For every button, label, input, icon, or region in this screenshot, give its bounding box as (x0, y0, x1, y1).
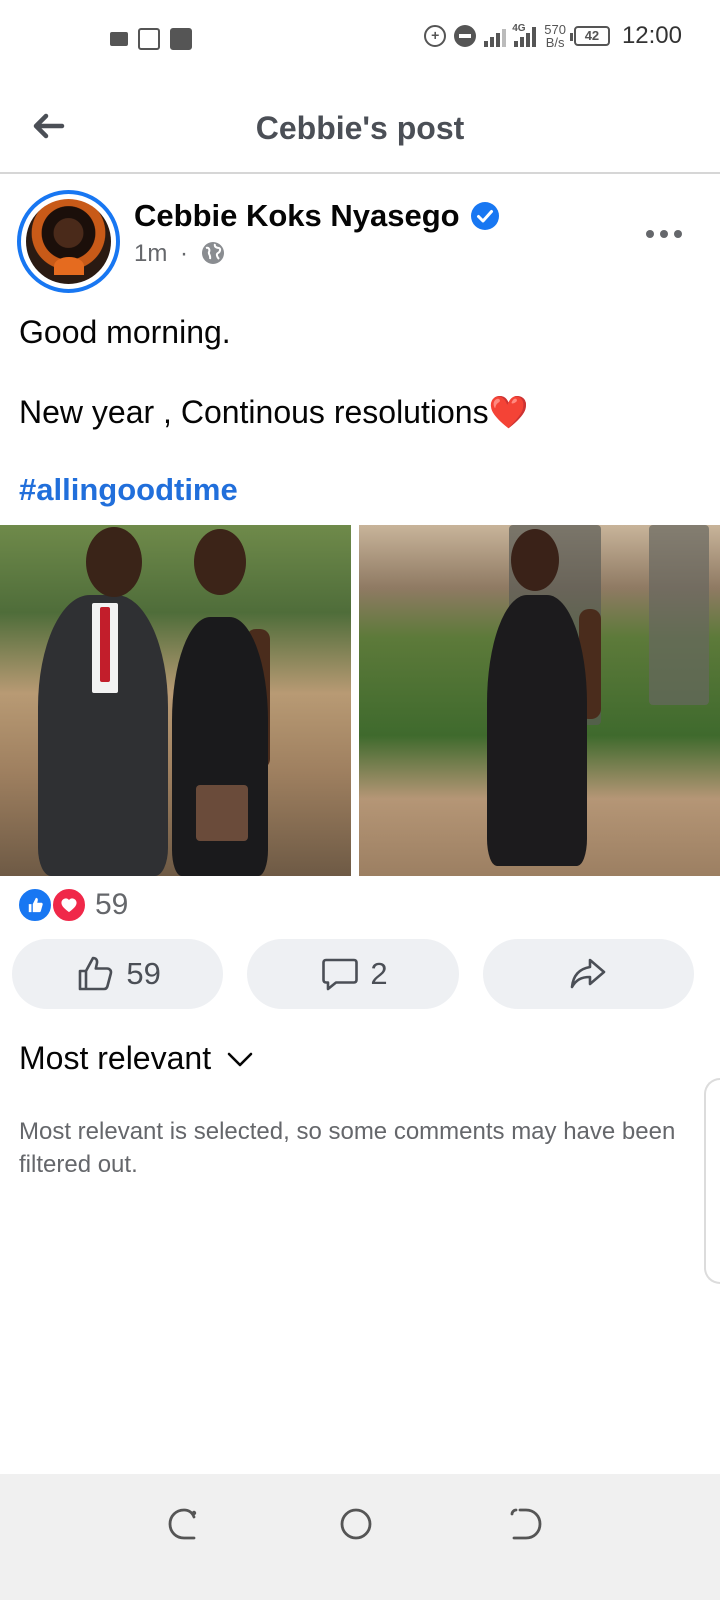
signal-icon (484, 25, 507, 47)
network-type: 4G (512, 23, 526, 34)
comment-icon (322, 958, 359, 991)
message-icon (110, 32, 128, 46)
nav-home-icon[interactable] (336, 1504, 376, 1544)
like-count: 59 (126, 956, 161, 991)
post-header: Cebbie Koks Nyasego 1m · (0, 190, 720, 294)
globe-icon (202, 242, 224, 264)
page-title: Cebbie's post (255, 110, 465, 146)
photo-1-woman-head (194, 529, 246, 595)
battery-icon: 42 (569, 26, 610, 46)
chevron-down-icon (227, 1052, 253, 1066)
post-photos (0, 525, 720, 876)
data-saver-icon: + (424, 25, 447, 47)
top-header: Cebbie's post (0, 80, 720, 174)
post-photo-2[interactable] (359, 525, 720, 876)
avatar[interactable] (17, 190, 120, 293)
author-name[interactable]: Cebbie Koks Nyasego (134, 198, 460, 234)
heart-emoji: ❤️ (488, 394, 529, 430)
clock: 12:00 (621, 22, 682, 49)
sort-label: Most relevant (19, 1040, 212, 1076)
comment-count: 2 (370, 956, 388, 991)
photo-2-woman-head (511, 529, 559, 591)
like-reaction-icon (17, 887, 53, 923)
photo-2-pillar-right (649, 525, 709, 705)
more-options-icon[interactable] (644, 220, 684, 248)
reaction-count: 59 (95, 888, 129, 921)
love-reaction-icon (51, 887, 87, 923)
like-button[interactable]: 59 (12, 939, 224, 1009)
reaction-summary[interactable]: 59 (17, 886, 128, 924)
photo-1-tie (100, 607, 110, 682)
system-icons: + 4G 570 B/s 42 12:00 (424, 22, 682, 50)
comments-sort-dropdown[interactable]: Most relevant (19, 1040, 255, 1077)
system-nav-bar (0, 1474, 720, 1600)
do-not-disturb-icon (454, 25, 477, 47)
post-photo-1[interactable] (0, 525, 351, 876)
network-speed-unit: B/s (545, 35, 565, 50)
filter-note: Most relevant is selected, so some comme… (19, 1118, 676, 1178)
post-text-line-2: New year , Continous resolutions❤️ (19, 392, 699, 432)
signal-4g-icon: 4G (512, 23, 537, 47)
hashtag-link[interactable]: #allingoodtime (19, 472, 238, 508)
post-text-line-2-content: New year , Continous resolutions (19, 394, 489, 430)
status-bar: + 4G 570 B/s 42 12:00 (0, 0, 720, 80)
post-body: Good morning. New year , Continous resol… (19, 312, 699, 472)
meta-separator: · (180, 240, 188, 267)
side-panel-handle[interactable] (704, 1078, 720, 1284)
thumbs-up-icon (79, 956, 113, 991)
notification-icons (110, 28, 192, 50)
alert-icon (138, 28, 160, 50)
photo-1-man-head (86, 527, 142, 597)
network-speed: 570 B/s (544, 23, 566, 49)
share-icon (571, 958, 606, 989)
avatar-image (26, 199, 111, 284)
app-notification-icon (170, 28, 192, 50)
nav-back-icon[interactable] (164, 1504, 204, 1544)
post-actions: 59 2 (12, 939, 694, 1009)
post-timestamp[interactable]: 1m (134, 240, 167, 268)
verified-badge-icon (471, 202, 499, 230)
photo-2-woman (487, 595, 587, 866)
photo-1-clutch (196, 785, 248, 841)
share-button[interactable] (482, 939, 694, 1009)
nav-recent-icon[interactable] (506, 1504, 546, 1544)
comment-button[interactable]: 2 (247, 939, 459, 1009)
post-text-line-1: Good morning. (19, 314, 231, 350)
